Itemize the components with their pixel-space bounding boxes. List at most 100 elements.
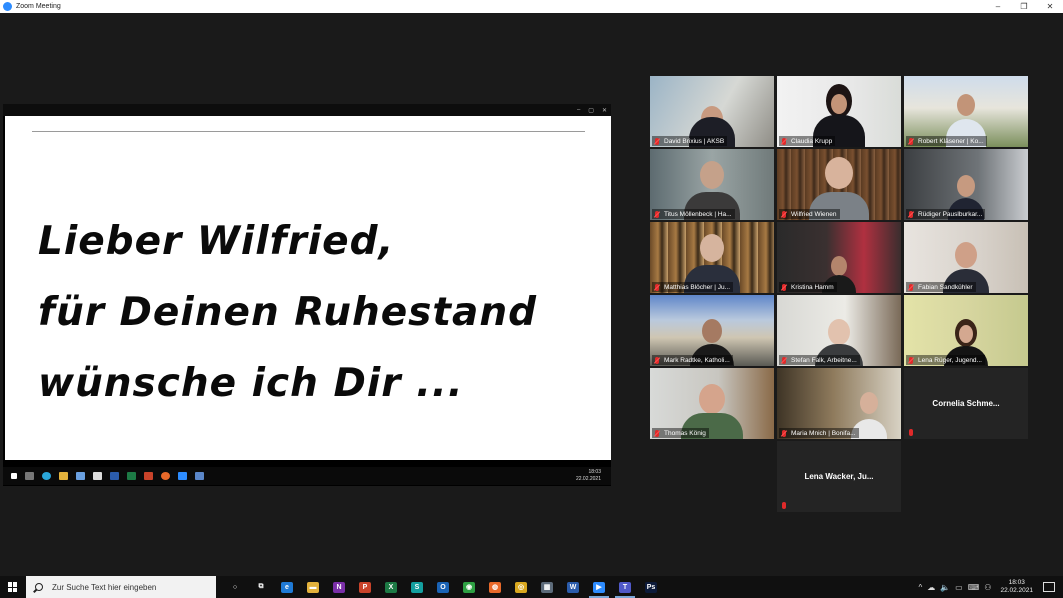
participant-tile[interactable]: Mark Radtke, Katholi...	[650, 295, 774, 366]
participant-tile[interactable]: Kristina Hamm	[777, 222, 901, 293]
participant-video	[702, 319, 722, 343]
muted-mic-icon	[654, 137, 660, 145]
volume-icon[interactable]: 🔈	[940, 583, 950, 592]
participant-tile[interactable]: David Brixius | AKSB	[650, 76, 774, 147]
muted-mic-icon	[781, 210, 787, 218]
participant-name: Fabian Sandkühler	[918, 283, 973, 291]
calculator-icon: ▦	[541, 581, 553, 593]
muted-mic-icon	[908, 210, 914, 218]
feedback-taskbar-button[interactable]: ◉	[456, 576, 482, 598]
participant-tile[interactable]: Fabian Sandkühler	[904, 222, 1028, 293]
edge-icon: e	[281, 581, 293, 593]
network-icon[interactable]: ▭	[955, 583, 963, 592]
slide-divider	[32, 131, 585, 132]
window-controls: – ❐ ✕	[985, 0, 1063, 13]
taskbar-search-box[interactable]: Zur Suche Text hier eingeben	[26, 576, 216, 598]
muted-mic-icon	[781, 502, 787, 509]
task-view-taskbar-button[interactable]: ⧉	[248, 576, 274, 598]
notification-center-icon[interactable]	[1043, 582, 1055, 592]
excel-icon: X	[385, 581, 397, 593]
shared-edge-icon	[42, 472, 51, 480]
close-button[interactable]: ✕	[1037, 0, 1063, 13]
participant-gallery: David Brixius | AKSB Claudia Krupp Rober…	[650, 76, 1031, 514]
participant-name: Robert Kläsener | Ko...	[918, 137, 984, 145]
shared-doc-icon	[93, 472, 102, 480]
participant-name: David Brixius | AKSB	[664, 137, 725, 145]
people-icon[interactable]: ⚇	[984, 583, 991, 592]
excel-taskbar-button[interactable]: X	[378, 576, 404, 598]
presentation-slide: Lieber Wilfried, für Deinen Ruhestand wü…	[5, 116, 611, 460]
shared-clock-date: 22.02.2021	[575, 476, 601, 482]
participant-video	[957, 94, 975, 116]
cortana-taskbar-button[interactable]: ○	[222, 576, 248, 598]
powerpoint-taskbar-button[interactable]: P	[352, 576, 378, 598]
search-icon	[35, 583, 43, 591]
task-view-icon: ⧉	[255, 581, 267, 593]
onedrive-icon[interactable]: ☁	[927, 583, 935, 592]
shared-zoom-icon	[178, 472, 187, 480]
calculator-taskbar-button[interactable]: ▦	[534, 576, 560, 598]
shared-firefox-icon	[161, 472, 170, 480]
firefox-taskbar-button[interactable]: ◍	[482, 576, 508, 598]
search-placeholder: Zur Suche Text hier eingeben	[52, 582, 157, 592]
file-explorer-taskbar-button[interactable]: ▬	[300, 576, 326, 598]
muted-mic-icon	[781, 137, 787, 145]
participant-tile[interactable]: Maria Mnich | Bonifa...	[777, 368, 901, 439]
restore-button[interactable]: ❐	[1011, 0, 1037, 13]
participant-video	[700, 234, 724, 262]
minimize-button[interactable]: –	[985, 0, 1011, 13]
tray-chevron-icon[interactable]: ^	[918, 583, 922, 592]
file-explorer-icon: ▬	[307, 581, 319, 593]
title-bar: Zoom Meeting – ❐ ✕	[0, 0, 1063, 13]
zoom-taskbar-button[interactable]: ▶	[586, 576, 612, 598]
start-button[interactable]	[0, 576, 26, 598]
participant-name: Claudia Krupp	[791, 137, 833, 145]
shared-powerpoint-icon	[144, 472, 153, 480]
shared-taskbar: 18:03 22.02.2021	[3, 467, 611, 485]
teams-taskbar-button[interactable]: T	[612, 576, 638, 598]
shared-close-icon: ✕	[601, 107, 607, 114]
participant-tile[interactable]: Stefan Falk, Arbeitne...	[777, 295, 901, 366]
shared-screen[interactable]: – ▢ ✕ Lieber Wilfried, für Deinen Ruhest…	[3, 104, 611, 486]
shared-teams-icon	[195, 472, 204, 480]
muted-mic-icon	[781, 356, 787, 364]
zoom-logo-icon	[3, 2, 12, 11]
shared-start-icon	[11, 473, 17, 479]
participant-tile[interactable]: Wilfried Wienen	[777, 149, 901, 220]
participant-name: Mark Radtke, Katholi...	[664, 356, 730, 364]
participant-tile[interactable]: Lena Rüger, Jugend...	[904, 295, 1028, 366]
participant-tile-video-off[interactable]: Cornelia Schme...	[904, 368, 1028, 439]
zoom-meeting-window: Zoom Meeting – ❐ ✕ – ▢ ✕ Lieber Wilfried…	[0, 0, 1063, 598]
sway-taskbar-button[interactable]: S	[404, 576, 430, 598]
participant-tile[interactable]: Thomas König	[650, 368, 774, 439]
shared-clock: 18:03 22.02.2021	[576, 469, 601, 483]
zoom-icon: ▶	[593, 581, 605, 593]
edge-taskbar-button[interactable]: e	[274, 576, 300, 598]
participant-name: Rüdiger Pauslburkar...	[918, 210, 983, 218]
participant-tile[interactable]: Rüdiger Pauslburkar...	[904, 149, 1028, 220]
participant-video	[859, 392, 878, 414]
powerpoint-icon: P	[359, 581, 371, 593]
window-title: Zoom Meeting	[16, 3, 61, 10]
feedback-icon: ◉	[463, 581, 475, 593]
onenote-taskbar-button[interactable]: N	[326, 576, 352, 598]
participant-video	[831, 256, 847, 276]
participant-tile[interactable]: Titus Möllenbeck | Ha...	[650, 149, 774, 220]
participant-name: Lena Rüger, Jugend...	[918, 356, 982, 364]
taskbar-clock[interactable]: 18:03 22.02.2021	[1000, 579, 1033, 595]
outlook-taskbar-button[interactable]: O	[430, 576, 456, 598]
participant-tile[interactable]: Matthias Blöcher | Ju...	[650, 222, 774, 293]
word-taskbar-button[interactable]: W	[560, 576, 586, 598]
participant-tile-video-off[interactable]: Lena Wacker, Ju...	[777, 441, 901, 512]
shared-window-controls: – ▢ ✕	[577, 104, 607, 116]
shared-taskview-icon	[25, 472, 34, 480]
photoshop-taskbar-button[interactable]: Ps	[638, 576, 664, 598]
slide-line-2: für Deinen Ruhestand	[38, 290, 538, 335]
participant-tile-active-speaker[interactable]: Robert Kläsener | Ko...	[904, 76, 1028, 147]
muted-mic-icon	[654, 429, 660, 437]
participant-tile[interactable]: Claudia Krupp	[777, 76, 901, 147]
chrome-taskbar-button[interactable]: ◎	[508, 576, 534, 598]
participant-video	[825, 157, 853, 189]
sway-icon: S	[411, 581, 423, 593]
keyboard-icon[interactable]: ⌨	[968, 583, 980, 592]
